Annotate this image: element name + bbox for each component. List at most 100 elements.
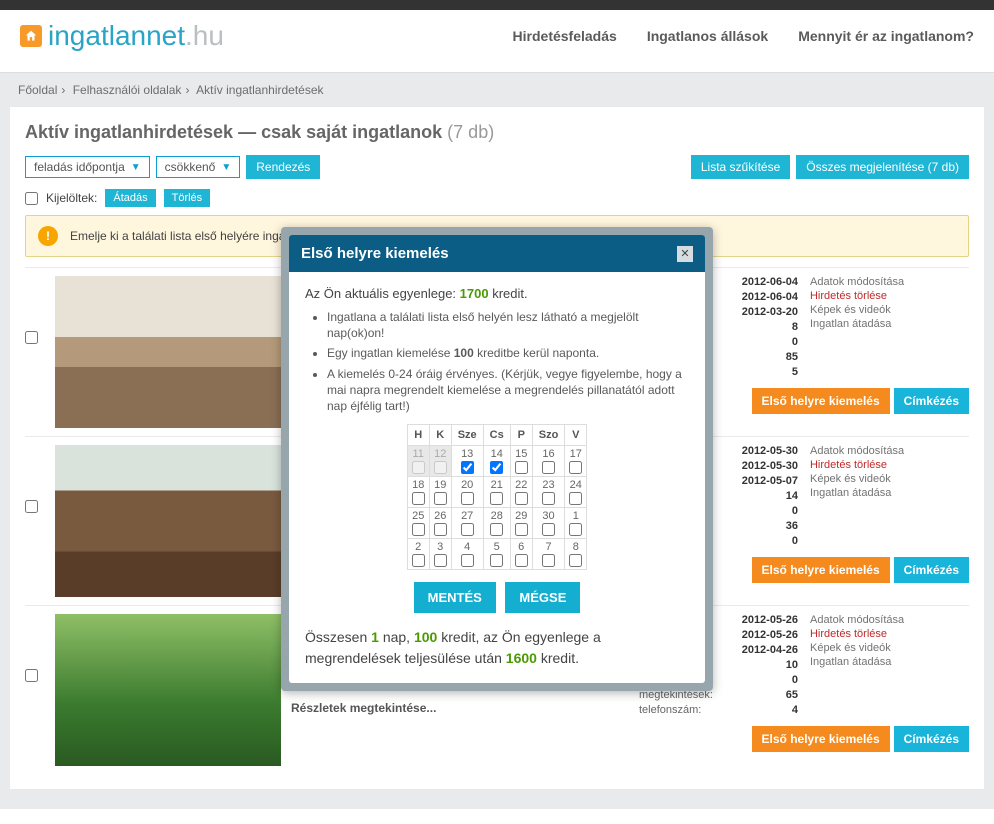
nav-jobs[interactable]: Ingatlanos állások	[647, 28, 768, 44]
delete-link[interactable]: Hirdetés törlése	[810, 628, 904, 640]
transfer-link[interactable]: Ingatlan átadása	[810, 318, 904, 330]
cal-day[interactable]: 7	[532, 539, 565, 570]
cal-day[interactable]: 25	[407, 508, 429, 539]
media-link[interactable]: Képek és videók	[810, 304, 904, 316]
cal-day-checkbox[interactable]	[412, 461, 425, 474]
listing-checkbox[interactable]	[25, 500, 38, 513]
cal-day[interactable]: 14	[483, 446, 510, 477]
tag-button[interactable]: Címkézés	[894, 726, 969, 752]
filter-button[interactable]: Lista szűkítése	[691, 155, 790, 179]
cal-day-checkbox[interactable]	[490, 523, 503, 536]
media-link[interactable]: Képek és videók	[810, 642, 904, 654]
save-button[interactable]: MENTÉS	[414, 582, 496, 613]
cal-day-checkbox[interactable]	[542, 554, 555, 567]
sort-button[interactable]: Rendezés	[246, 155, 320, 179]
select-all-checkbox[interactable]	[25, 192, 38, 205]
cal-day[interactable]: 2	[407, 539, 429, 570]
highlight-button[interactable]: Első helyre kiemelés	[752, 557, 890, 583]
cal-day[interactable]: 11	[407, 446, 429, 477]
edit-link[interactable]: Adatok módosítása	[810, 614, 904, 626]
cal-day[interactable]: 18	[407, 477, 429, 508]
logo[interactable]: ingatlannet.hu	[20, 20, 224, 52]
media-link[interactable]: Képek és videók	[810, 473, 904, 485]
cal-day[interactable]: 24	[565, 477, 587, 508]
close-icon[interactable]: ✕	[677, 246, 693, 262]
cal-day[interactable]: 1	[565, 508, 587, 539]
cal-day[interactable]: 29	[510, 508, 532, 539]
cal-day[interactable]: 13	[451, 446, 483, 477]
cal-day-checkbox[interactable]	[461, 492, 474, 505]
highlight-button[interactable]: Első helyre kiemelés	[752, 726, 890, 752]
cancel-button[interactable]: MÉGSE	[505, 582, 580, 613]
listing-checkbox[interactable]	[25, 669, 38, 682]
cal-day-checkbox[interactable]	[515, 492, 528, 505]
cal-day-checkbox[interactable]	[434, 492, 447, 505]
listing-thumbnail[interactable]	[55, 276, 281, 428]
edit-link[interactable]: Adatok módosítása	[810, 276, 904, 288]
details-link[interactable]: Részletek megtekintése...	[291, 701, 621, 715]
cal-day-checkbox[interactable]	[434, 554, 447, 567]
cal-day[interactable]: 15	[510, 446, 532, 477]
delete-button[interactable]: Törlés	[164, 189, 211, 207]
cal-day[interactable]: 23	[532, 477, 565, 508]
cal-day-checkbox[interactable]	[461, 523, 474, 536]
cal-day[interactable]: 20	[451, 477, 483, 508]
crumb-home[interactable]: Főoldal	[18, 83, 57, 97]
cal-day[interactable]: 3	[429, 539, 451, 570]
cal-day[interactable]: 5	[483, 539, 510, 570]
tag-button[interactable]: Címkézés	[894, 557, 969, 583]
cal-day[interactable]: 12	[429, 446, 451, 477]
cal-day[interactable]: 8	[565, 539, 587, 570]
cal-day[interactable]: 27	[451, 508, 483, 539]
cal-day[interactable]: 21	[483, 477, 510, 508]
cal-day-checkbox[interactable]	[569, 554, 582, 567]
cal-day[interactable]: 19	[429, 477, 451, 508]
transfer-link[interactable]: Ingatlan átadása	[810, 656, 904, 668]
transfer-link[interactable]: Ingatlan átadása	[810, 487, 904, 499]
cal-day-checkbox[interactable]	[515, 461, 528, 474]
cal-day-checkbox[interactable]	[515, 523, 528, 536]
transfer-button[interactable]: Átadás	[105, 189, 155, 207]
cal-day[interactable]: 4	[451, 539, 483, 570]
cal-day-checkbox[interactable]	[542, 461, 555, 474]
crumb-active[interactable]: Aktív ingatlanhirdetések	[196, 83, 323, 97]
highlight-button[interactable]: Első helyre kiemelés	[752, 388, 890, 414]
cal-day-checkbox[interactable]	[461, 461, 474, 474]
edit-link[interactable]: Adatok módosítása	[810, 445, 904, 457]
cal-day-checkbox[interactable]	[461, 554, 474, 567]
sort-field-dropdown[interactable]: feladás időpontja▼	[25, 156, 150, 178]
cal-day[interactable]: 17	[565, 446, 587, 477]
cal-day-checkbox[interactable]	[542, 492, 555, 505]
sort-dir-dropdown[interactable]: csökkenő▼	[156, 156, 241, 178]
cal-day[interactable]: 6	[510, 539, 532, 570]
cal-day-checkbox[interactable]	[490, 554, 503, 567]
cal-day-checkbox[interactable]	[569, 492, 582, 505]
show-all-button[interactable]: Összes megjelenítése (7 db)	[796, 155, 969, 179]
cal-day-checkbox[interactable]	[434, 523, 447, 536]
cal-day-checkbox[interactable]	[412, 554, 425, 567]
cal-day-checkbox[interactable]	[490, 492, 503, 505]
crumb-user[interactable]: Felhasználói oldalak	[73, 83, 182, 97]
tag-button[interactable]: Címkézés	[894, 388, 969, 414]
cal-day[interactable]: 16	[532, 446, 565, 477]
cal-day[interactable]: 26	[429, 508, 451, 539]
delete-link[interactable]: Hirdetés törlése	[810, 290, 904, 302]
cal-day-checkbox[interactable]	[542, 523, 555, 536]
listing-checkbox[interactable]	[25, 331, 38, 344]
cal-day[interactable]: 22	[510, 477, 532, 508]
cal-day-checkbox[interactable]	[412, 492, 425, 505]
cal-day-checkbox[interactable]	[412, 523, 425, 536]
delete-link[interactable]: Hirdetés törlése	[810, 459, 904, 471]
cal-day-checkbox[interactable]	[569, 461, 582, 474]
cal-day-checkbox[interactable]	[490, 461, 503, 474]
listing-thumbnail[interactable]	[55, 445, 281, 597]
info-bullet: Ingatlana a találati lista első helyén l…	[327, 309, 689, 341]
nav-valuation[interactable]: Mennyit ér az ingatlanom?	[798, 28, 974, 44]
cal-day[interactable]: 28	[483, 508, 510, 539]
cal-day[interactable]: 30	[532, 508, 565, 539]
listing-thumbnail[interactable]	[55, 614, 281, 766]
cal-day-checkbox[interactable]	[515, 554, 528, 567]
cal-day-checkbox[interactable]	[569, 523, 582, 536]
cal-day-checkbox[interactable]	[434, 461, 447, 474]
nav-post-ad[interactable]: Hirdetésfeladás	[513, 28, 617, 44]
